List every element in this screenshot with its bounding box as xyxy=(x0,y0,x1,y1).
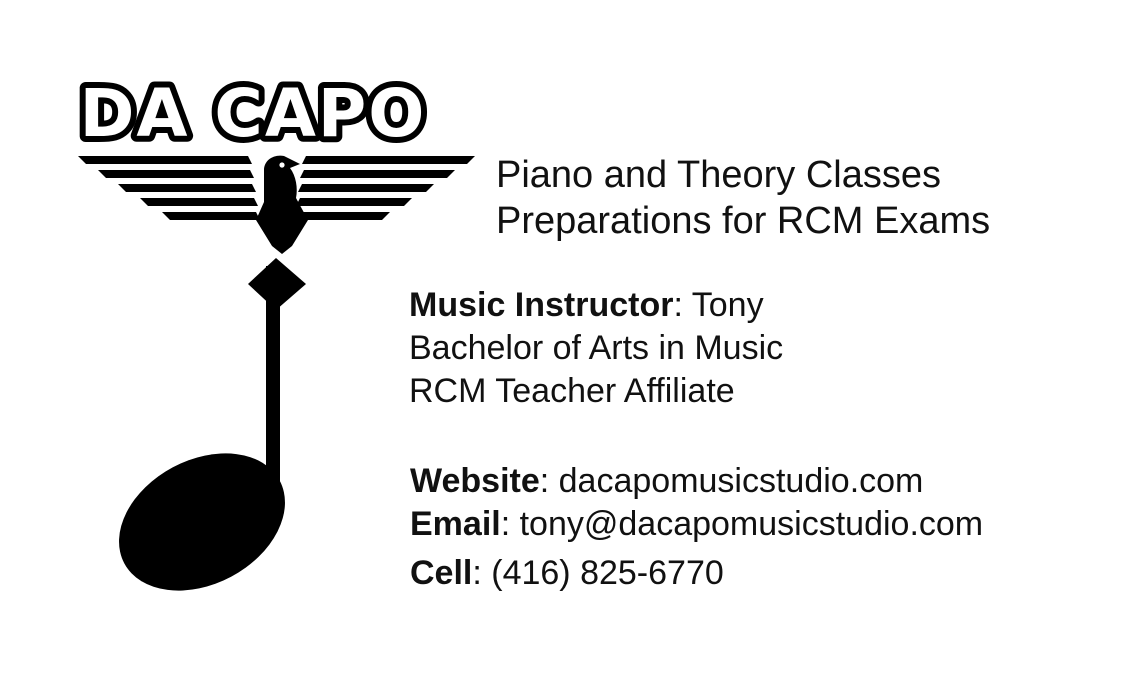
email-label: Email xyxy=(410,505,501,543)
website-value: : dacapomusicstudio.com xyxy=(539,462,924,500)
website-row: Website: dacapomusicstudio.com xyxy=(410,460,983,503)
website-label: Website xyxy=(410,462,540,500)
cell-label: Cell xyxy=(410,554,473,592)
instructor-degree: Bachelor of Arts in Music xyxy=(409,329,784,367)
email-value: : tony@dacapomusicstudio.com xyxy=(500,505,984,543)
tagline-line-2: Preparations for RCM Exams xyxy=(496,200,991,242)
contact-block: Website: dacapomusicstudio.com Email: to… xyxy=(410,460,983,595)
cell-row: Cell: (416) 825-6770 xyxy=(410,552,983,595)
logo-wordmark-inner: DA CAPO xyxy=(80,75,427,152)
instructor-row: Music Instructor: Tony xyxy=(409,284,783,327)
tagline: Piano and Theory Classes Preparations fo… xyxy=(496,152,990,244)
instructor-affiliation: RCM Teacher Affiliate xyxy=(409,372,735,410)
tagline-line-1: Piano and Theory Classes xyxy=(496,154,941,196)
instructor-block: Music Instructor: Tony Bachelor of Arts … xyxy=(409,284,783,413)
email-row: Email: tony@dacapomusicstudio.com xyxy=(410,503,983,546)
cell-value: : (416) 825-6770 xyxy=(472,554,724,592)
business-card: DA CAPO DA CAPO Piano and Theory Classes… xyxy=(0,0,1125,675)
instructor-label: Music Instructor xyxy=(409,286,674,324)
instructor-name: : Tony xyxy=(673,286,764,324)
